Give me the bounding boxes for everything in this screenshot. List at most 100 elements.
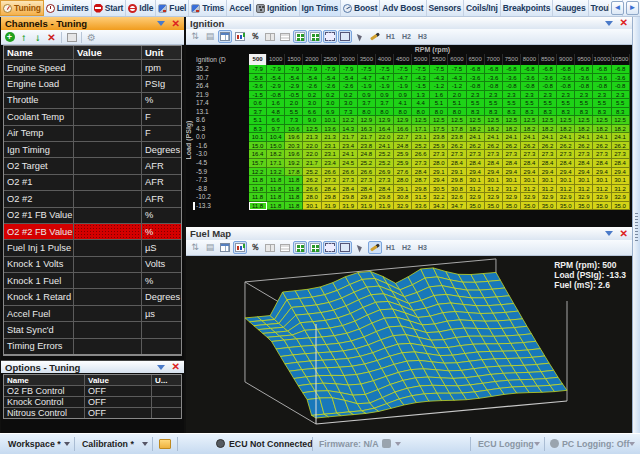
ignition-map-cell[interactable]: 29.1 — [448, 168, 466, 177]
ignition-map-cell[interactable]: 27.3 — [467, 150, 485, 159]
tab-tuning[interactable]: Tuning — [0, 0, 44, 16]
load-row-header[interactable]: -1.6 — [193, 142, 249, 151]
channel-row[interactable]: Accel Fuelµs — [4, 305, 181, 321]
ignition-map-cell[interactable]: 4.4 — [412, 99, 430, 108]
ignition-map-cell[interactable]: 15.7 — [249, 159, 267, 168]
ignition-map-cell[interactable]: 5.5 — [285, 108, 303, 117]
channel-row[interactable]: O2 #2 FB Value% — [4, 223, 181, 239]
ignition-map-cell[interactable]: 12.5 — [503, 116, 521, 125]
ignition-map-cell[interactable]: -2.6 — [322, 82, 340, 91]
ignition-map-cell[interactable]: 30.1 — [612, 176, 630, 185]
ignition-map-cell[interactable]: 18.2 — [575, 125, 593, 134]
ignition-map-cell[interactable]: 26.6 — [340, 168, 358, 177]
ignition-map-cell[interactable]: 0.9 — [394, 91, 412, 100]
channel-row[interactable]: Timing Errors — [4, 338, 181, 354]
ignition-map-cell[interactable]: 28.4 — [412, 168, 430, 177]
ignition-map-cell[interactable]: 2.0 — [285, 99, 303, 108]
load-row-header[interactable]: -3.0 — [193, 150, 249, 159]
ignition-map-cell[interactable]: 28.4 — [521, 159, 539, 168]
axes-in-icon[interactable] — [293, 241, 307, 254]
ignition-map-cell[interactable]: 11.8 — [249, 185, 267, 194]
chart-view-icon[interactable] — [233, 30, 247, 43]
rpm-column-header[interactable]: 1000 — [267, 54, 285, 65]
ignition-map-cell[interactable]: 4.8 — [267, 108, 285, 117]
load-row-header[interactable]: -5.9 — [193, 168, 249, 177]
ignition-map-cell[interactable]: 16.4 — [376, 125, 394, 134]
rpm-column-header[interactable]: 6000 — [448, 54, 466, 65]
ignition-map-cell[interactable]: 28.4 — [358, 185, 376, 194]
ignition-map-cell[interactable]: 11.8 — [249, 202, 267, 211]
ignition-map-cell[interactable]: 32.9 — [557, 193, 575, 202]
option-row[interactable]: O2 FB ControlOFF — [4, 385, 181, 396]
ignition-map-cell[interactable]: 16.6 — [394, 125, 412, 134]
ignition-map-cell[interactable]: -3.6 — [485, 74, 503, 83]
ignition-map-cell[interactable]: -7.5 — [394, 65, 412, 74]
ignition-map-cell[interactable]: -7.9 — [322, 65, 340, 74]
ignition-map-cell[interactable]: -0.8 — [612, 82, 630, 91]
ignition-map-cell[interactable]: -4.7 — [376, 74, 394, 83]
ignition-map-cell[interactable]: 30.1 — [557, 176, 575, 185]
rpm-column-header[interactable]: 6500 — [467, 54, 485, 65]
ignition-map-cell[interactable]: 3.7 — [249, 108, 267, 117]
ignition-map-cell[interactable]: 18.2 — [612, 125, 630, 134]
fuel-3d-plot[interactable]: RPM (rpm): 500Load (PSIg): -13.3Fuel (mS… — [186, 256, 632, 433]
ignition-map-cell[interactable]: 32.6 — [448, 193, 466, 202]
ignition-map-cell[interactable]: 2.3 — [612, 91, 630, 100]
ignition-map-cell[interactable]: 29.4 — [503, 168, 521, 177]
ignition-map-cell[interactable]: 26.6 — [358, 168, 376, 177]
ignition-map-cell[interactable]: 24.1 — [376, 142, 394, 151]
ignition-map-cell[interactable]: -0.8 — [557, 82, 575, 91]
channel-row[interactable]: Ign TimingDegrees — [4, 141, 181, 157]
ignition-map-cell[interactable]: 27.3 — [593, 150, 611, 159]
ignition-map-cell[interactable]: -1.5 — [412, 82, 430, 91]
ignition-map-cell[interactable]: 32.9 — [593, 193, 611, 202]
ignition-map-cell[interactable]: 13.2 — [267, 168, 285, 177]
ignition-map-cell[interactable]: -0.8 — [539, 82, 557, 91]
ignition-map-cell[interactable]: 26.6 — [322, 168, 340, 177]
ignition-map-cell[interactable]: -5.4 — [267, 74, 285, 83]
ignition-map-cell[interactable]: 23.1 — [322, 150, 340, 159]
ignition-map-cell[interactable]: 23.8 — [358, 142, 376, 151]
ignition-map-cell[interactable]: 11.8 — [267, 202, 285, 211]
ignition-map-cell[interactable]: -6.8 — [557, 65, 575, 74]
load-row-header[interactable]: 26.4 — [193, 82, 249, 91]
ignition-map-cell[interactable]: 29.8 — [340, 193, 358, 202]
ignition-map-cell[interactable]: 3.7 — [376, 99, 394, 108]
tab-adv-boost[interactable]: Adv Boost — [380, 0, 426, 16]
ignition-map-cell[interactable]: 11.8 — [285, 185, 303, 194]
tab-scroll-left-button[interactable]: ◄ — [611, 1, 624, 15]
history-button-h1[interactable]: H1 — [383, 33, 398, 40]
close-icon[interactable]: ✕ — [172, 362, 180, 372]
history-button-h3[interactable]: H3 — [415, 33, 430, 40]
ignition-map-cell[interactable]: 6.6 — [267, 116, 285, 125]
ignition-map-cell[interactable]: 25.2 — [376, 159, 394, 168]
ignition-map-cell[interactable]: 0.2 — [303, 91, 321, 100]
ignition-map-cell[interactable]: -5.4 — [340, 74, 358, 83]
ignition-map-cell[interactable]: 31.2 — [521, 185, 539, 194]
ignition-map-cell[interactable]: 6.9 — [322, 108, 340, 117]
channel-row[interactable]: Knock 1 RetardDegrees — [4, 288, 181, 304]
ignition-map-cell[interactable]: 14.3 — [340, 125, 358, 134]
ignition-map-cell[interactable]: 5.1 — [448, 99, 466, 108]
ignition-map-cell[interactable]: 31.2 — [593, 185, 611, 194]
ignition-map-cell[interactable]: -3.6 — [521, 74, 539, 83]
ignition-map-cell[interactable]: 27.3 — [412, 159, 430, 168]
rpm-column-header[interactable]: 3500 — [358, 54, 376, 65]
ignition-map-cell[interactable]: 25.9 — [394, 150, 412, 159]
tab-trims[interactable]: Trims — [189, 0, 227, 16]
ignition-map-cell[interactable]: 15.0 — [249, 142, 267, 151]
ignition-map-cell[interactable]: 28.4 — [557, 159, 575, 168]
ignition-map-cell[interactable]: 31.2 — [503, 185, 521, 194]
rpm-column-header[interactable]: 9000 — [557, 54, 575, 65]
collapse-icon[interactable] — [157, 365, 165, 370]
cursor-icon[interactable] — [353, 241, 367, 254]
ignition-map-cell[interactable]: 2.3 — [575, 91, 593, 100]
ignition-map-cell[interactable]: 30.1 — [593, 176, 611, 185]
ignition-map-cell[interactable]: 12.5 — [485, 116, 503, 125]
column-header[interactable]: Unit — [141, 46, 181, 59]
rpm-column-header[interactable]: 2000 — [303, 54, 321, 65]
ignition-map-cell[interactable]: 3.0 — [340, 99, 358, 108]
ignition-map-cell[interactable]: 28.4 — [467, 159, 485, 168]
folder-icon[interactable] — [159, 439, 171, 449]
ignition-map-cell[interactable]: -6.8 — [467, 65, 485, 74]
